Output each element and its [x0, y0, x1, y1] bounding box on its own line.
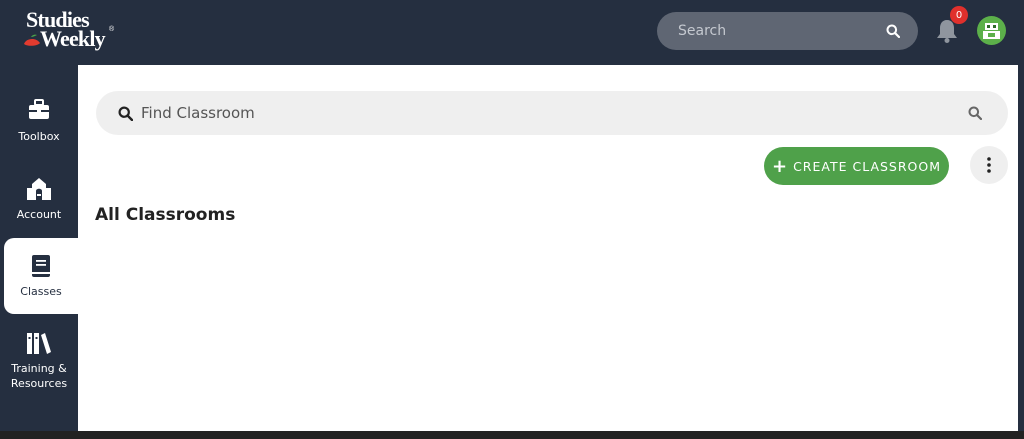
- sidebar-item-label: Classes: [20, 285, 62, 298]
- top-header: Studies Weekly ® 0: [0, 0, 1024, 65]
- more-vertical-icon: [987, 157, 991, 173]
- registered-mark: ®: [109, 26, 115, 33]
- sidebar-item-label: Toolbox: [18, 130, 60, 143]
- global-search[interactable]: [657, 12, 918, 50]
- library-books-icon: [26, 331, 52, 355]
- plus-icon: +: [771, 155, 788, 177]
- create-classroom-label: CREATE CLASSROOM: [793, 158, 942, 174]
- main-panel: + CREATE CLASSROOM All Classrooms: [78, 65, 1018, 431]
- apple-icon: [24, 34, 40, 46]
- school-building-icon: [26, 177, 52, 201]
- avatar[interactable]: [977, 16, 1006, 45]
- find-classroom-input[interactable]: [141, 104, 968, 122]
- notification-count-badge: 0: [950, 6, 968, 24]
- sidebar-item-toolbox[interactable]: Toolbox: [0, 99, 78, 143]
- global-search-input[interactable]: [678, 23, 886, 39]
- sidebar-item-label: Account: [16, 208, 62, 221]
- search-icon[interactable]: [886, 24, 900, 38]
- logo-text-weekly: Weekly: [40, 26, 106, 51]
- sidebar-item-training-resources[interactable]: Training & Resources: [0, 331, 78, 390]
- user-avatar-icon: [983, 23, 1000, 39]
- sidebar-item-label-line2: Resources: [10, 377, 68, 390]
- toolbox-icon: [26, 99, 52, 123]
- book-icon: [28, 254, 54, 278]
- find-classroom-search[interactable]: [96, 91, 1008, 135]
- more-options-button[interactable]: [970, 146, 1008, 184]
- page-title: All Classrooms: [95, 205, 236, 225]
- create-classroom-button[interactable]: + CREATE CLASSROOM: [764, 147, 949, 185]
- window-bottom-edge: [0, 431, 1024, 439]
- search-icon: [118, 105, 133, 121]
- sidebar-item-label-line1: Training &: [11, 362, 67, 375]
- sidebar-item-account[interactable]: Account: [0, 177, 78, 221]
- sidebar: Toolbox Account Classes Training & Resou…: [0, 65, 78, 439]
- search-submit-icon[interactable]: [968, 106, 982, 120]
- studies-weekly-logo[interactable]: Studies Weekly ®: [22, 8, 122, 54]
- sidebar-item-classes[interactable]: Classes: [4, 238, 78, 314]
